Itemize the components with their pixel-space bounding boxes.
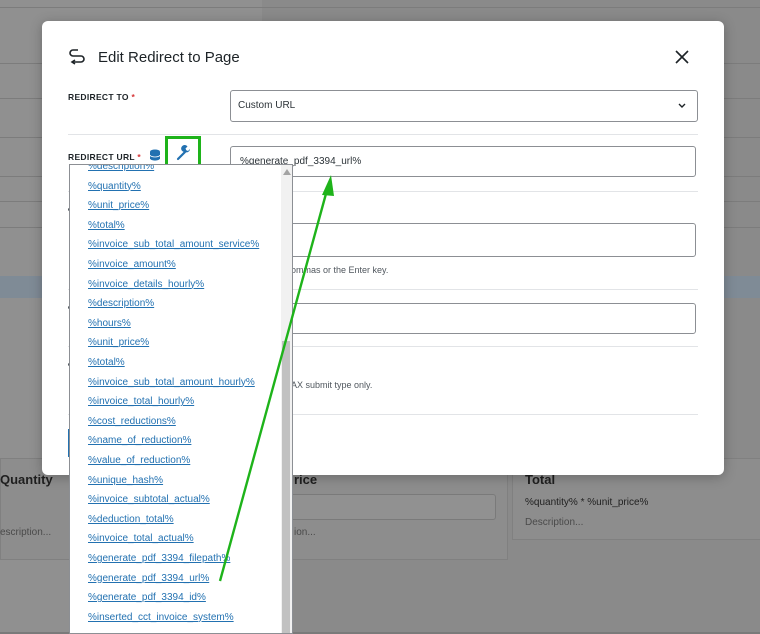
macro-item[interactable]: %inserted_cct_invoice_system% bbox=[88, 612, 234, 623]
macro-item[interactable]: %generate_pdf_3394_id% bbox=[88, 592, 206, 603]
database-icon[interactable] bbox=[149, 149, 161, 163]
bg-placeholder: Description... bbox=[525, 517, 584, 528]
macro-item[interactable]: %unit_price% bbox=[88, 337, 149, 348]
wrench-icon bbox=[176, 145, 190, 161]
macro-item[interactable]: %invoice_total_hourly% bbox=[88, 396, 194, 407]
macro-item[interactable]: %total% bbox=[88, 220, 125, 231]
scroll-thumb[interactable] bbox=[282, 341, 290, 633]
macros-dropdown[interactable]: %inserted_cct_invoice_system% %generate_p… bbox=[69, 164, 293, 634]
macro-item[interactable]: %total% bbox=[88, 357, 125, 368]
text-input[interactable] bbox=[230, 303, 696, 334]
macro-item[interactable]: %deduction_total% bbox=[88, 514, 174, 525]
macro-item[interactable]: %invoice_subtotal_actual% bbox=[88, 494, 210, 505]
macro-item[interactable]: %unique_hash% bbox=[88, 475, 163, 486]
macro-item[interactable]: %generate_pdf_3394_filepath% bbox=[88, 553, 230, 564]
required-mark: * bbox=[131, 92, 136, 102]
redirect-url-label: REDIRECT URL * bbox=[68, 152, 141, 162]
macro-item[interactable]: %quantity% bbox=[88, 181, 141, 192]
bg-input bbox=[284, 494, 496, 520]
help-text: ommas or the Enter key. bbox=[291, 265, 389, 275]
macro-item[interactable]: %description% bbox=[88, 298, 154, 309]
macro-item[interactable]: %generate_pdf_3394_url% bbox=[88, 573, 209, 584]
macro-item[interactable]: %invoice_details_hourly% bbox=[88, 279, 204, 290]
bg-placeholder: ion... bbox=[294, 527, 316, 538]
macro-item[interactable]: %description% bbox=[88, 165, 154, 172]
text-input[interactable] bbox=[230, 223, 696, 257]
redirect-to-select[interactable]: Custom URL bbox=[230, 90, 698, 122]
macro-item[interactable]: %name_of_reduction% bbox=[88, 435, 191, 446]
macro-item[interactable]: %cost_reductions% bbox=[88, 416, 176, 427]
macro-item[interactable]: %invoice_sub_total_amount_hourly% bbox=[88, 377, 255, 388]
modal-title: Edit Redirect to Page bbox=[98, 49, 240, 66]
macro-item[interactable]: %invoice_sub_total_amount_service% bbox=[88, 239, 259, 250]
redirect-arrow-icon bbox=[69, 49, 85, 65]
macro-item[interactable]: %hours% bbox=[88, 318, 131, 329]
redirect-to-label: REDIRECT TO * bbox=[68, 92, 135, 102]
macro-item[interactable]: %unit_price% bbox=[88, 200, 149, 211]
scrollbar[interactable] bbox=[281, 165, 292, 633]
help-text: AX submit type only. bbox=[291, 380, 373, 390]
macro-item[interactable]: %invoice_amount% bbox=[88, 259, 176, 270]
bg-divider bbox=[0, 7, 760, 8]
close-icon[interactable] bbox=[672, 47, 692, 67]
bg-placeholder: escription... bbox=[0, 527, 52, 538]
redirect-url-input[interactable]: %generate_pdf_3394_url% bbox=[230, 146, 696, 177]
divider bbox=[68, 134, 698, 135]
redirect-url-label-text: REDIRECT URL bbox=[68, 152, 135, 162]
chevron-down-icon bbox=[678, 103, 686, 108]
required-mark: * bbox=[137, 152, 142, 162]
macro-item[interactable]: %value_of_reduction% bbox=[88, 455, 190, 466]
redirect-to-label-text: REDIRECT TO bbox=[68, 92, 129, 102]
bg-total-formula: %quantity% * %unit_price% bbox=[525, 497, 649, 508]
macro-item[interactable]: %invoice_total_actual% bbox=[88, 533, 194, 544]
scroll-up-arrow[interactable] bbox=[283, 169, 291, 175]
redirect-to-value: Custom URL bbox=[238, 100, 296, 111]
